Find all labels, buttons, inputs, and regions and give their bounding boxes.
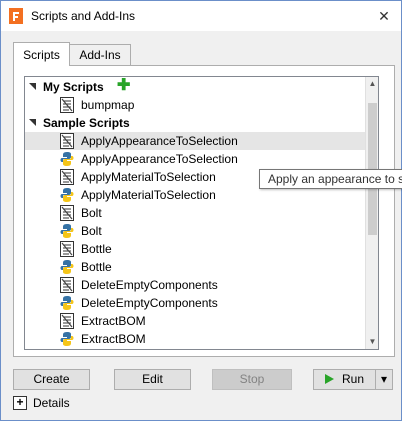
stop-button[interactable]: Stop [212, 369, 292, 390]
tree-item[interactable]: ApplyAppearanceToSelection [25, 132, 365, 150]
app-icon [9, 8, 23, 24]
javascript-script-icon [59, 97, 75, 113]
run-dropdown-button[interactable]: ▾ [375, 369, 393, 390]
tree-item-label: ApplyMaterialToSelection [81, 188, 216, 202]
python-script-icon [59, 151, 75, 167]
tree-group-label: Sample Scripts [43, 116, 130, 130]
tree-item[interactable]: bumpmap [25, 96, 365, 114]
details-label: Details [33, 396, 70, 410]
collapse-triangle-icon[interactable] [29, 83, 36, 90]
tree-item-label: ExtractBOM [81, 332, 146, 346]
tab-add-ins[interactable]: Add-Ins [69, 44, 131, 66]
run-button[interactable]: Run [313, 369, 376, 390]
scripts-panel: ▲ ▼ My Scripts ✚ bumpmap Sample Scripts Appl… [13, 65, 395, 357]
javascript-script-icon [59, 169, 75, 185]
javascript-script-icon [59, 133, 75, 149]
tree-item[interactable]: Bottle [25, 258, 365, 276]
javascript-script-icon [59, 277, 75, 293]
tree-item[interactable]: Bolt [25, 204, 365, 222]
vertical-scrollbar[interactable]: ▲ ▼ [365, 77, 378, 349]
tree-item-label: DeleteEmptyComponents [81, 278, 218, 292]
python-script-icon [59, 259, 75, 275]
tree-item-label: Bottle [81, 242, 112, 256]
javascript-script-icon [59, 313, 75, 329]
python-script-icon [59, 187, 75, 203]
python-script-icon [59, 223, 75, 239]
tree-item-label: Bottle [81, 260, 112, 274]
tree-item[interactable]: DeleteEmptyComponents [25, 294, 365, 312]
tree-item-label: ApplyMaterialToSelection [81, 170, 216, 184]
tree-item[interactable]: ExtractBOM [25, 330, 365, 348]
tree-item-label: DeleteEmptyComponents [81, 296, 218, 310]
tree-group-my-scripts[interactable]: My Scripts ✚ [25, 78, 365, 96]
scripts-addins-dialog: Scripts and Add-Ins ✕ Scripts Add-Ins ▲ … [0, 0, 402, 421]
python-script-icon [59, 295, 75, 311]
scroll-up-icon[interactable]: ▲ [366, 77, 378, 91]
window-title: Scripts and Add-Ins [31, 9, 136, 23]
close-icon[interactable]: ✕ [373, 5, 395, 27]
tree-item-label: ApplyAppearanceToSelection [81, 152, 238, 166]
edit-button[interactable]: Edit [114, 369, 191, 390]
tree-item-label: ApplyAppearanceToSelection [81, 134, 238, 148]
tree-group-label: My Scripts [43, 80, 104, 94]
create-button[interactable]: Create [13, 369, 90, 390]
title-bar: Scripts and Add-Ins ✕ [1, 1, 401, 31]
tree-item[interactable]: Bolt [25, 222, 365, 240]
tree-item[interactable]: ApplyAppearanceToSelection [25, 150, 365, 168]
tree-item[interactable]: Bottle [25, 240, 365, 258]
scroll-down-icon[interactable]: ▼ [366, 335, 378, 349]
python-script-icon [59, 331, 75, 347]
scripts-tree[interactable]: ▲ ▼ My Scripts ✚ bumpmap Sample Scripts Appl… [24, 76, 379, 350]
tree-item[interactable]: DeleteEmptyComponents [25, 276, 365, 294]
tree-item-label: ExtractBOM [81, 314, 146, 328]
run-label: Run [341, 372, 364, 386]
javascript-script-icon [59, 205, 75, 221]
tree-item-label: Bolt [81, 224, 102, 238]
play-icon [324, 374, 334, 384]
collapse-triangle-icon[interactable] [29, 119, 36, 126]
tree-item-label: Bolt [81, 206, 102, 220]
tree-group-sample-scripts[interactable]: Sample Scripts [25, 114, 365, 132]
add-script-icon[interactable]: ✚ [117, 78, 131, 94]
tree-item[interactable]: ExtractBOM [25, 312, 365, 330]
expand-plus-icon: + [13, 396, 27, 410]
tab-scripts[interactable]: Scripts [13, 42, 70, 66]
javascript-script-icon [59, 241, 75, 257]
tooltip: Apply an appearance to selection [259, 169, 402, 189]
tree-item-label: bumpmap [81, 98, 135, 112]
